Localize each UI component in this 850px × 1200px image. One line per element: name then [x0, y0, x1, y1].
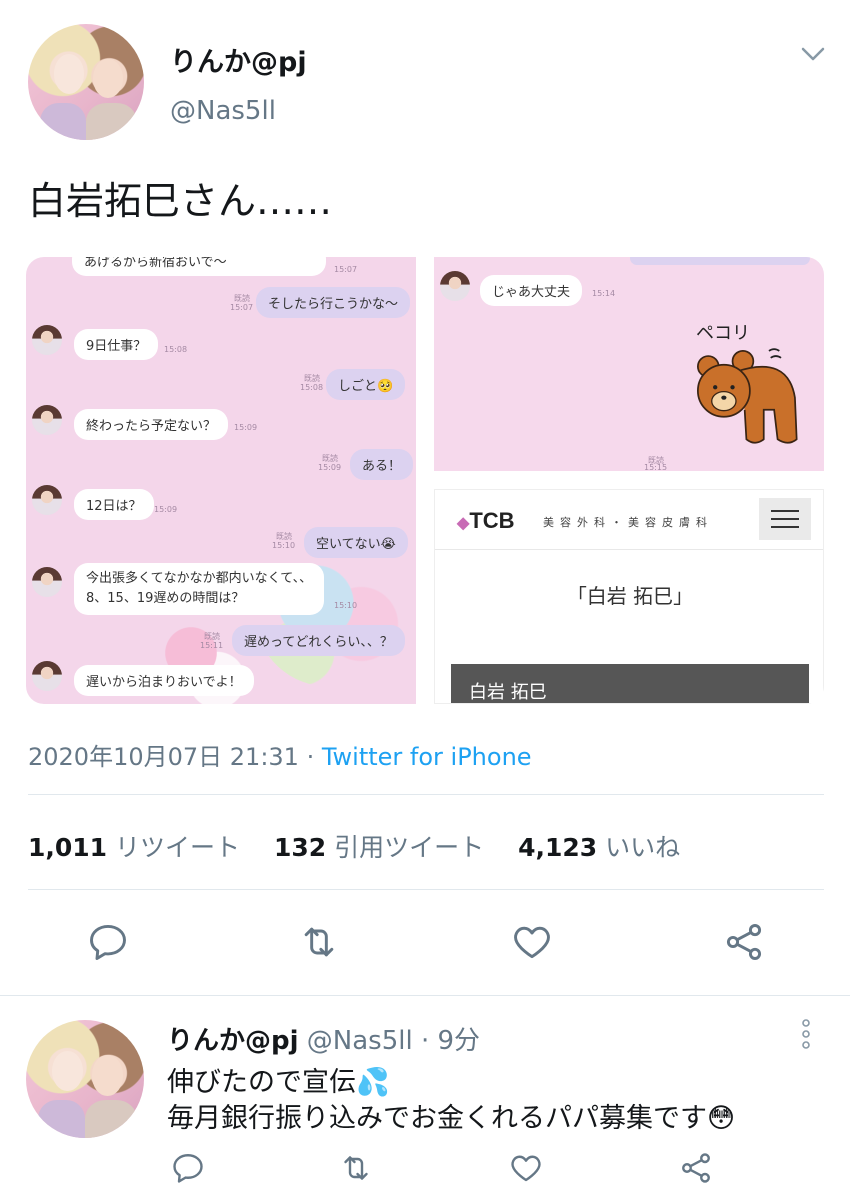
chat-message: そしたら行こうかな〜 [256, 287, 411, 318]
chat-message: ある！ [350, 449, 414, 480]
chat-message-line: 8、15、19遅めの時間は？ [86, 591, 245, 606]
reply-text-line: 伸びたので宣伝💦 [167, 1067, 390, 1098]
tweet-source-link[interactable]: Twitter for iPhone [322, 743, 532, 771]
clinic-header: ◆TCB 美容外科・美容皮膚科 [435, 490, 823, 550]
chevron-down-icon[interactable] [800, 44, 826, 64]
message-time: 15:11 [200, 641, 224, 650]
divider [28, 794, 824, 795]
author-name[interactable]: りんか@pj [170, 40, 307, 79]
chat-message: 遅めってどれくらい、、？ [232, 625, 405, 656]
message-time: 15:08 [164, 345, 188, 354]
share-icon[interactable] [678, 1150, 714, 1186]
likes-stat[interactable]: 4,123 いいね [518, 833, 680, 862]
message-time: 15:10 [272, 541, 296, 550]
doctor-name-title: 「白岩 拓巳」 [566, 584, 694, 608]
author-handle[interactable]: @Nas5ll [170, 96, 276, 126]
chat-avatar [32, 405, 62, 435]
chat-message: じゃあ大丈夫 [480, 275, 583, 306]
meta-separator: · [298, 743, 322, 771]
diamond-icon: ◆ [457, 515, 470, 532]
clinic-subtitle: 美容外科・美容皮膚科 [543, 516, 713, 529]
chat-message: 12日は？ [74, 489, 154, 520]
bear-sticker: ペコリ [674, 317, 824, 467]
chat-avatar [32, 567, 62, 597]
chat-avatar [32, 325, 62, 355]
message-time: 15:09 [318, 463, 342, 472]
retweet-icon[interactable] [297, 920, 341, 964]
reply-author-avatar[interactable] [26, 1020, 144, 1138]
chat-message: 空いてない😭 [304, 527, 408, 558]
reply-text-line: 毎月銀行振り込みでお金くれるパパ募集です😳 [167, 1103, 736, 1134]
more-vertical-icon[interactable] [800, 1018, 812, 1050]
like-icon[interactable] [510, 920, 554, 964]
tweet-text: 白岩拓巳さん…… [28, 179, 333, 223]
section-divider [0, 995, 850, 996]
chat-screenshot-left[interactable]: あげるから新宿おいで〜 15:07 既読 15:07 そしたら行こうかな〜 9日… [26, 257, 416, 704]
message-time: 15:08 [300, 383, 324, 392]
chat-message: 今出張多くてなかなか都内いなくて、、 8、15、19遅めの時間は？ [74, 563, 325, 615]
reply-author-handle[interactable]: @Nas5ll [307, 1026, 413, 1056]
divider [28, 889, 824, 890]
share-icon[interactable] [722, 920, 766, 964]
reply-icon[interactable] [170, 1150, 206, 1186]
chat-message: 遅いから泊まりおいでよ！ [74, 665, 254, 696]
message-time: 15:15 [644, 463, 668, 471]
chat-avatar [32, 485, 62, 515]
message-time: 15:10 [334, 601, 358, 610]
chat-message: しごと🥺 [326, 369, 406, 400]
message-time: 15:07 [334, 265, 358, 274]
reply-time[interactable]: · 9分 [421, 1026, 480, 1056]
message-time: 15:07 [230, 303, 254, 312]
tweet-timestamp: 2020年10月07日 21:31 [28, 743, 299, 771]
tweet-meta: 2020年10月07日 21:31 · Twitter for iPhone [28, 737, 532, 772]
chat-message: あげるから新宿おいで〜 [72, 257, 326, 276]
chat-message-line: 今出張多くてなかなか都内いなくて、、 [86, 571, 313, 586]
message-time: 15:09 [154, 505, 178, 514]
hamburger-menu-icon[interactable] [759, 498, 811, 540]
chat-screenshot-right[interactable]: じゃあ大丈夫 15:14 既読 15:15 ペコリ [434, 257, 824, 471]
message-time: 15:09 [234, 423, 258, 432]
chat-message: 終わったら予定ない？ [74, 409, 229, 440]
chat-avatar [440, 271, 470, 301]
like-icon[interactable] [508, 1150, 544, 1186]
tweet-stats: 1,011 リツイート 132 引用ツイート 4,123 いいね [28, 828, 680, 864]
retweets-stat[interactable]: 1,011 リツイート [28, 833, 240, 862]
reply-icon[interactable] [86, 920, 130, 964]
retweet-icon[interactable] [338, 1150, 374, 1186]
author-avatar[interactable] [28, 24, 144, 140]
quotes-stat[interactable]: 132 引用ツイート [274, 833, 484, 862]
tweet-media[interactable]: あげるから新宿おいで〜 15:07 既読 15:07 そしたら行こうかな〜 9日… [26, 257, 824, 704]
clinic-logo: ◆TCB [457, 508, 515, 533]
clinic-screenshot[interactable]: ◆TCB 美容外科・美容皮膚科 「白岩 拓巳」 白岩 拓巳 [434, 489, 824, 704]
message-time: 15:14 [592, 289, 616, 298]
reply-author-name[interactable]: りんか@pj [167, 1026, 299, 1056]
chat-message: 9日仕事？ [74, 329, 159, 360]
reply-header: りんか@pj @Nas5ll · 9分 [167, 1020, 480, 1057]
doctor-name-bar: 白岩 拓巳 [451, 664, 809, 703]
chat-avatar [32, 661, 62, 691]
